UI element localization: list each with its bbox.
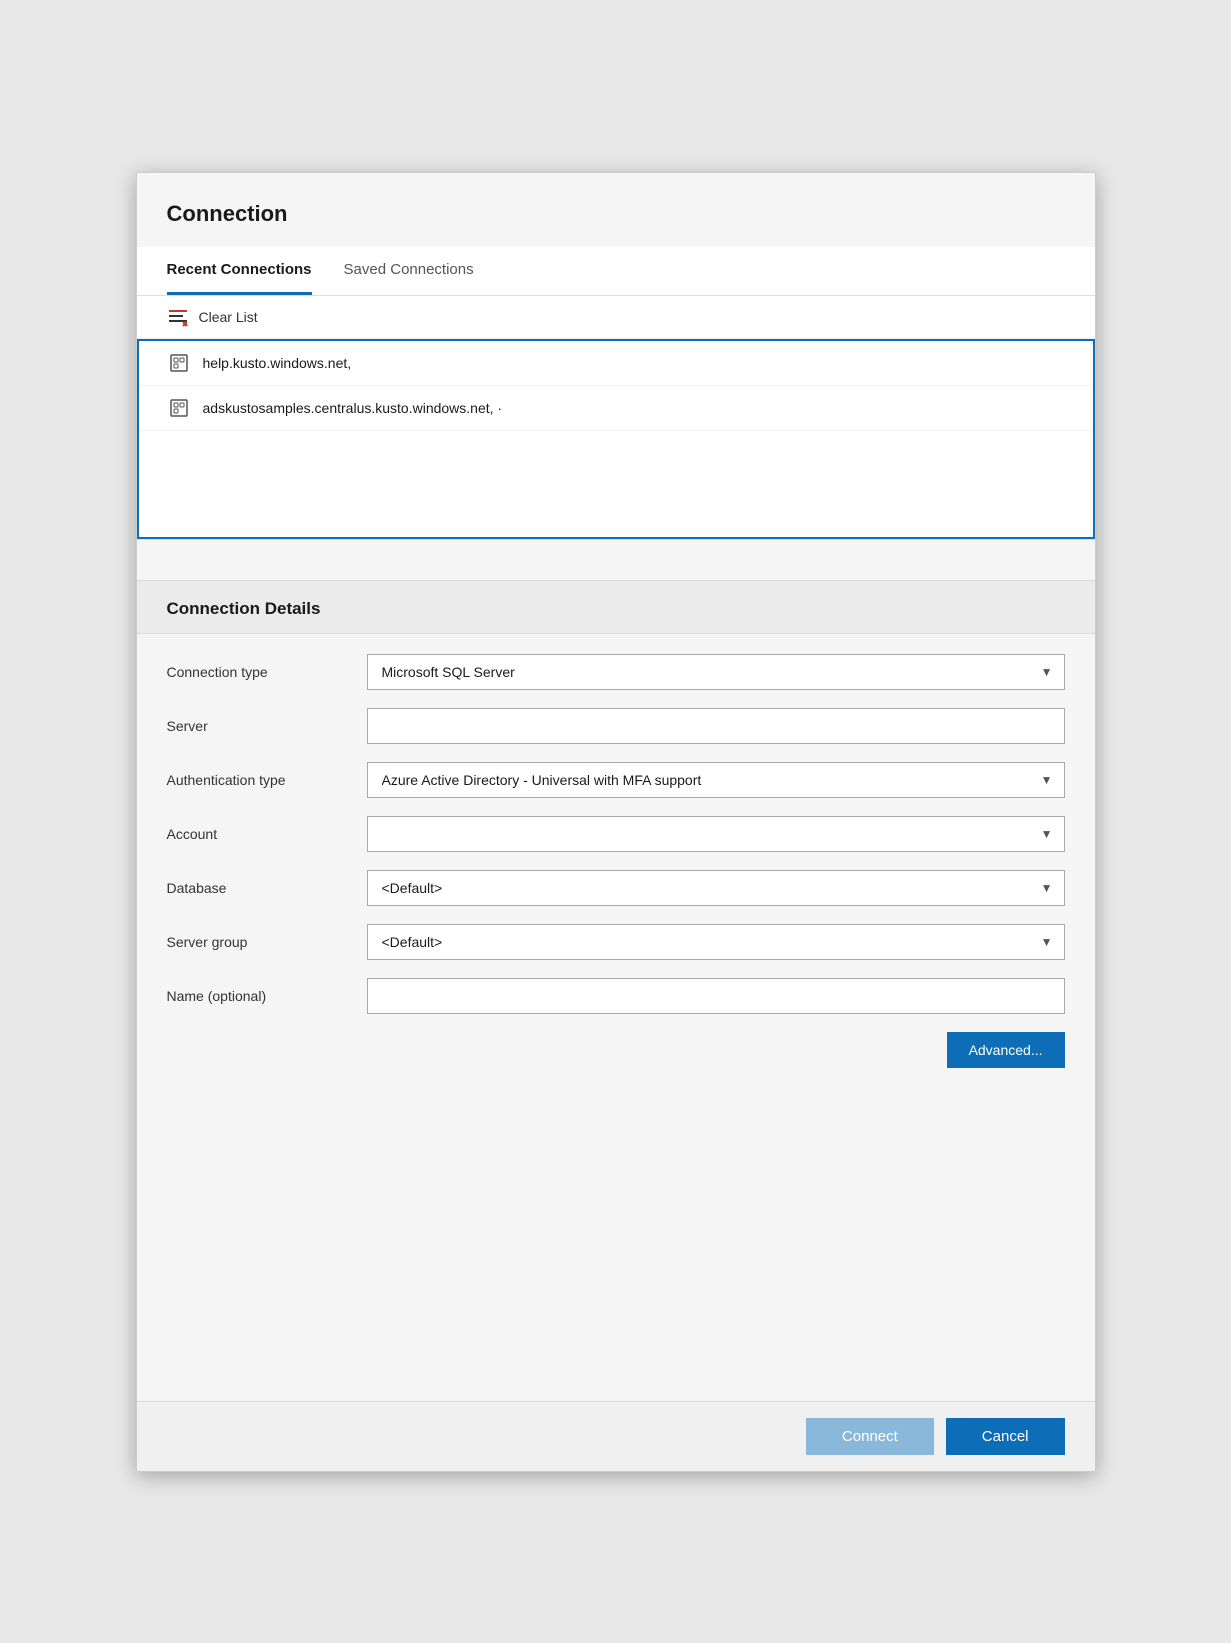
connection-item-1[interactable]: help.kusto.windows.net, [139,341,1093,386]
clear-list-icon [167,306,189,328]
tab-saved[interactable]: Saved Connections [344,247,474,295]
connection-item-2[interactable]: adskustosamples.centralus.kusto.windows.… [139,386,1093,431]
server-group-row: Server group <Default> ▼ [167,924,1065,960]
account-wrapper: ▼ [367,816,1065,852]
account-row: Account ▼ [167,816,1065,852]
connection-type-control: Microsoft SQL Server PostgreSQL MySQL SQ… [367,654,1065,690]
server-group-wrapper: <Default> ▼ [367,924,1065,960]
clear-list-label: Clear List [199,309,258,325]
name-label: Name (optional) [167,988,367,1004]
connect-button[interactable]: Connect [806,1418,934,1455]
connection-type-wrapper: Microsoft SQL Server PostgreSQL MySQL SQ… [367,654,1065,690]
account-control: ▼ [367,816,1065,852]
server-input[interactable] [367,708,1065,744]
server-row: Server [167,708,1065,744]
connection-details-section: Connection Details Connection type Micro… [137,580,1095,1401]
advanced-button[interactable]: Advanced... [947,1032,1065,1068]
connection-dialog: Connection Recent Connections Saved Conn… [136,172,1096,1472]
connection-type-row: Connection type Microsoft SQL Server Pos… [167,654,1065,690]
database-label: Database [167,880,367,896]
auth-type-select[interactable]: Azure Active Directory - Universal with … [367,762,1065,798]
details-header: Connection Details [137,580,1095,634]
form-area: Connection type Microsoft SQL Server Pos… [137,634,1095,1088]
database-wrapper: <Default> ▼ [367,870,1065,906]
connections-list: help.kusto.windows.net, adskustosamples.… [137,339,1095,539]
auth-type-wrapper: Azure Active Directory - Universal with … [367,762,1065,798]
connection-label-2: adskustosamples.centralus.kusto.windows.… [203,400,503,416]
dialog-footer: Connect Cancel [137,1401,1095,1471]
server-control [367,708,1065,744]
clear-list-button[interactable]: Clear List [137,296,1095,339]
database-control: <Default> ▼ [367,870,1065,906]
spacer [137,540,1095,580]
connection-type-select[interactable]: Microsoft SQL Server PostgreSQL MySQL SQ… [367,654,1065,690]
server-group-select[interactable]: <Default> [367,924,1065,960]
connection-icon-2 [169,398,189,418]
cancel-button[interactable]: Cancel [946,1418,1065,1455]
connection-type-label: Connection type [167,664,367,680]
connection-icon-1 [169,353,189,373]
server-group-label: Server group [167,934,367,950]
advanced-row: Advanced... [167,1032,1065,1068]
connection-label-1: help.kusto.windows.net, [203,355,352,371]
database-row: Database <Default> ▼ [167,870,1065,906]
name-row: Name (optional) [167,978,1065,1014]
server-group-control: <Default> ▼ [367,924,1065,960]
dialog-title: Connection [137,173,1095,247]
auth-type-control: Azure Active Directory - Universal with … [367,762,1065,798]
tabs-bar: Recent Connections Saved Connections [137,247,1095,296]
tab-recent[interactable]: Recent Connections [167,247,312,295]
database-select[interactable]: <Default> [367,870,1065,906]
name-control [367,978,1065,1014]
recent-panel: Clear List help.kusto.windows.net, [137,296,1095,540]
server-label: Server [167,718,367,734]
auth-type-label: Authentication type [167,772,367,788]
name-input[interactable] [367,978,1065,1014]
account-select[interactable] [367,816,1065,852]
account-label: Account [167,826,367,842]
auth-type-row: Authentication type Azure Active Directo… [167,762,1065,798]
